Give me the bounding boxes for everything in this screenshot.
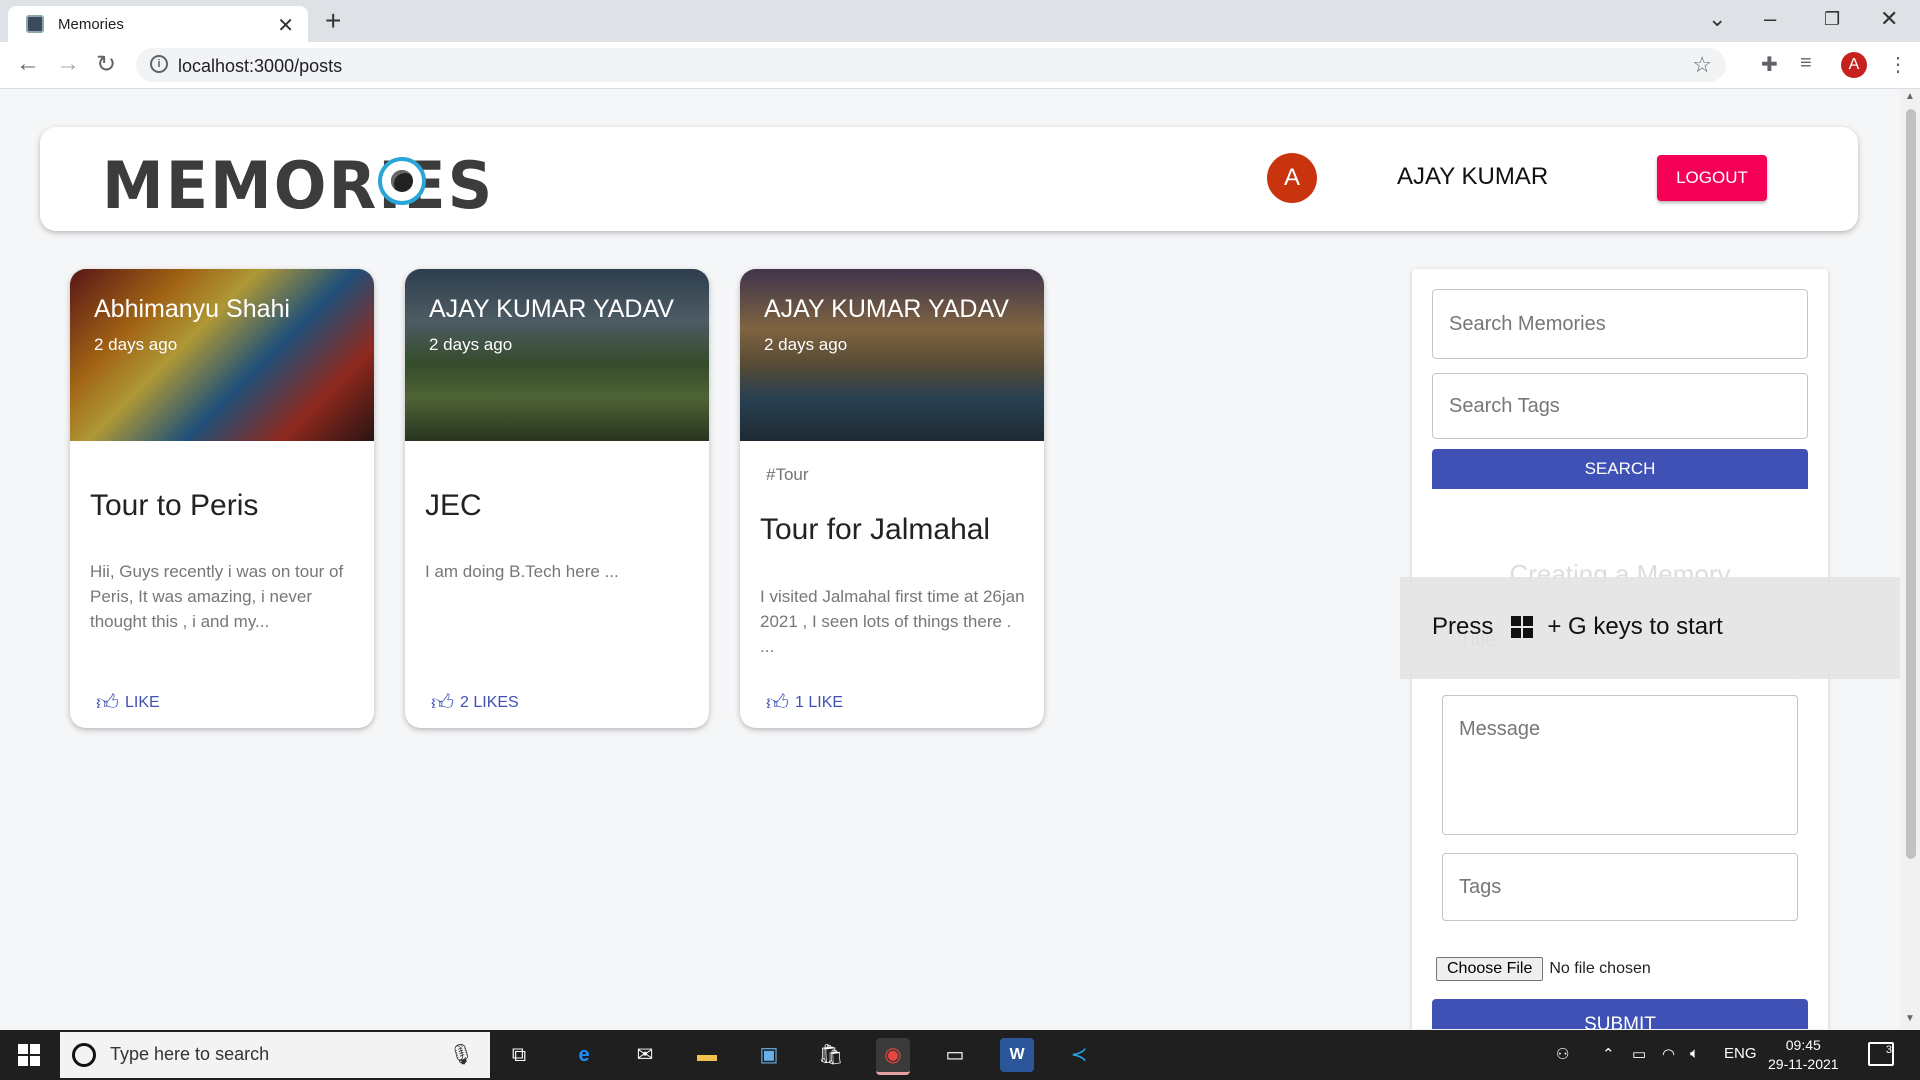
browser-toolbar: ← → ↻ i localhost:3000/posts ☆ ✚ ≡ A ⋮ bbox=[0, 42, 1920, 89]
scroll-down-icon[interactable]: ▼ bbox=[1905, 1013, 1915, 1024]
terminal-icon[interactable]: ▭ bbox=[938, 1038, 972, 1072]
search-button[interactable]: SEARCH bbox=[1432, 449, 1808, 489]
like-button[interactable]: 👍︎ LIKE bbox=[96, 689, 160, 716]
store-icon[interactable]: 🛍︎ bbox=[814, 1038, 848, 1072]
volume-icon[interactable]: 🔈︎ bbox=[1690, 1045, 1699, 1062]
thumb-up-icon: 👍︎ bbox=[431, 690, 454, 715]
windows-taskbar: Type here to search 🎙︎ ⧉ e ✉ ▬ ▣ 🛍︎ ◉ ▭ … bbox=[0, 1030, 1920, 1080]
user-name: AJAY KUMAR bbox=[1397, 163, 1549, 190]
choose-file-button[interactable]: Choose File bbox=[1436, 957, 1544, 981]
start-button-icon[interactable] bbox=[18, 1044, 40, 1066]
like-label: 2 LIKES bbox=[460, 693, 519, 711]
close-window-icon[interactable]: ✕ bbox=[1880, 6, 1898, 32]
edge-icon[interactable]: e bbox=[567, 1038, 601, 1072]
logout-button[interactable]: LOGOUT bbox=[1657, 155, 1767, 201]
post-author: Abhimanyu Shahi bbox=[94, 295, 290, 323]
post-author: AJAY KUMAR YADAV bbox=[764, 295, 1009, 323]
like-button[interactable]: 👍︎ 2 LIKES bbox=[431, 689, 519, 716]
clock-time: 09:45 bbox=[1785, 1037, 1821, 1053]
file-status: No file chosen bbox=[1549, 960, 1651, 977]
post-title: Tour for Jalmahal bbox=[760, 513, 991, 546]
wifi-icon[interactable]: ◠ bbox=[1662, 1045, 1675, 1063]
post-message: I am doing B.Tech here ... bbox=[425, 562, 619, 581]
post-title: JEC bbox=[425, 489, 482, 522]
post-time: 2 days ago bbox=[429, 335, 513, 354]
bookmark-star-icon[interactable]: ☆ bbox=[1692, 52, 1712, 78]
post-tags: #Tour bbox=[766, 465, 809, 484]
language-indicator[interactable]: ENG bbox=[1724, 1045, 1757, 1062]
app-bar: MEMORIES A AJAY KUMAR LOGOUT bbox=[40, 127, 1858, 231]
page-scrollbar[interactable]: ▲ ▼ bbox=[1902, 89, 1920, 1029]
back-icon[interactable]: ← bbox=[16, 50, 40, 78]
scroll-thumb[interactable] bbox=[1906, 109, 1916, 859]
clock-date: 29-11-2021 bbox=[1768, 1056, 1839, 1072]
reload-icon[interactable]: ↻ bbox=[96, 50, 116, 79]
media-control-icon[interactable]: ≡ bbox=[1800, 52, 1812, 75]
post-card: AJAY KUMAR YADAV 2 days ago #Tour Tour f… bbox=[740, 269, 1044, 728]
remote-desktop-icon[interactable]: ▣ bbox=[752, 1038, 786, 1072]
tab-search-icon[interactable]: ⌄ bbox=[1708, 6, 1726, 32]
taskbar-search-text: Type here to search bbox=[110, 1044, 270, 1064]
mail-icon[interactable]: ✉ bbox=[628, 1038, 662, 1072]
url-text[interactable]: localhost:3000/posts bbox=[178, 56, 342, 77]
favicon-icon bbox=[26, 15, 44, 33]
post-message: I visited Jalmahal first time at 26jan 2… bbox=[760, 587, 1025, 656]
user-avatar: A bbox=[1267, 153, 1317, 203]
brand-title: MEMORIES bbox=[102, 147, 495, 224]
submit-button[interactable]: SUBMIT bbox=[1432, 999, 1808, 1029]
people-icon[interactable]: ⚇ bbox=[1556, 1045, 1569, 1063]
post-title: Tour to Peris bbox=[90, 489, 259, 522]
tab-title: Memories bbox=[58, 15, 124, 33]
taskbar-search[interactable]: Type here to search 🎙︎ bbox=[60, 1032, 490, 1078]
post-message: Hii, Guys recently i was on tour of Peri… bbox=[90, 562, 344, 631]
address-bar[interactable]: i localhost:3000/posts ☆ bbox=[136, 48, 1726, 82]
show-hidden-icons-icon[interactable]: ⌃ bbox=[1602, 1045, 1615, 1063]
scroll-up-icon[interactable]: ▲ bbox=[1905, 91, 1915, 102]
info-icon[interactable]: i bbox=[150, 55, 168, 73]
post-author: AJAY KUMAR YADAV bbox=[429, 295, 674, 323]
toast-text-after: + G keys to start bbox=[1547, 613, 1723, 640]
clock[interactable]: 09:45 29-11-2021 bbox=[1768, 1036, 1839, 1074]
post-card: AJAY KUMAR YADAV 2 days ago JEC I am doi… bbox=[405, 269, 709, 728]
windows-key-icon bbox=[1511, 616, 1534, 638]
file-explorer-icon[interactable]: ▬ bbox=[690, 1038, 724, 1072]
camera-lens-icon bbox=[378, 157, 426, 205]
minimize-icon[interactable]: – bbox=[1764, 6, 1776, 32]
message-textarea[interactable] bbox=[1442, 695, 1798, 835]
file-picker: Choose File No file chosen bbox=[1436, 957, 1651, 981]
menu-icon[interactable]: ⋮ bbox=[1888, 52, 1908, 77]
vscode-icon[interactable]: ≺ bbox=[1062, 1038, 1096, 1072]
word-icon[interactable]: W bbox=[1000, 1038, 1034, 1072]
game-bar-toast: Press + G keys to start bbox=[1400, 577, 1900, 679]
restore-icon[interactable]: ❐ bbox=[1824, 9, 1840, 30]
post-time: 2 days ago bbox=[94, 335, 178, 354]
post-time: 2 days ago bbox=[764, 335, 848, 354]
profile-avatar[interactable]: A bbox=[1841, 52, 1867, 78]
tags-input[interactable] bbox=[1442, 853, 1798, 921]
toast-text-before: Press bbox=[1432, 613, 1494, 640]
task-view-icon[interactable]: ⧉ bbox=[502, 1038, 536, 1072]
like-label: 1 LIKE bbox=[795, 693, 844, 711]
page: MEMORIES A AJAY KUMAR LOGOUT Abhimanyu S… bbox=[0, 89, 1900, 1029]
cortana-icon bbox=[72, 1043, 96, 1067]
post-card: Abhimanyu Shahi 2 days ago Tour to Peris… bbox=[70, 269, 374, 728]
browser-tabstrip: Memories ✕ + ⌄ – ❐ ✕ bbox=[0, 0, 1920, 42]
battery-icon[interactable]: ▭ bbox=[1632, 1045, 1646, 1063]
like-label: LIKE bbox=[125, 693, 160, 711]
new-tab-icon[interactable]: + bbox=[325, 6, 341, 36]
search-tags-input[interactable] bbox=[1432, 373, 1808, 439]
chrome-icon[interactable]: ◉ bbox=[876, 1038, 910, 1075]
browser-tab[interactable]: Memories ✕ bbox=[8, 6, 308, 42]
thumb-up-icon: 👍︎ bbox=[766, 690, 789, 715]
microphone-icon[interactable]: 🎙︎ bbox=[449, 1042, 474, 1067]
extensions-icon[interactable]: ✚ bbox=[1761, 52, 1778, 77]
close-tab-icon[interactable]: ✕ bbox=[277, 13, 294, 38]
notification-center-icon[interactable]: 3 bbox=[1868, 1042, 1894, 1066]
like-button[interactable]: 👍︎ 1 LIKE bbox=[766, 689, 843, 716]
forward-icon[interactable]: → bbox=[56, 50, 80, 78]
search-memories-input[interactable] bbox=[1432, 289, 1808, 359]
thumb-up-outline-icon: 👍︎ bbox=[96, 690, 119, 715]
